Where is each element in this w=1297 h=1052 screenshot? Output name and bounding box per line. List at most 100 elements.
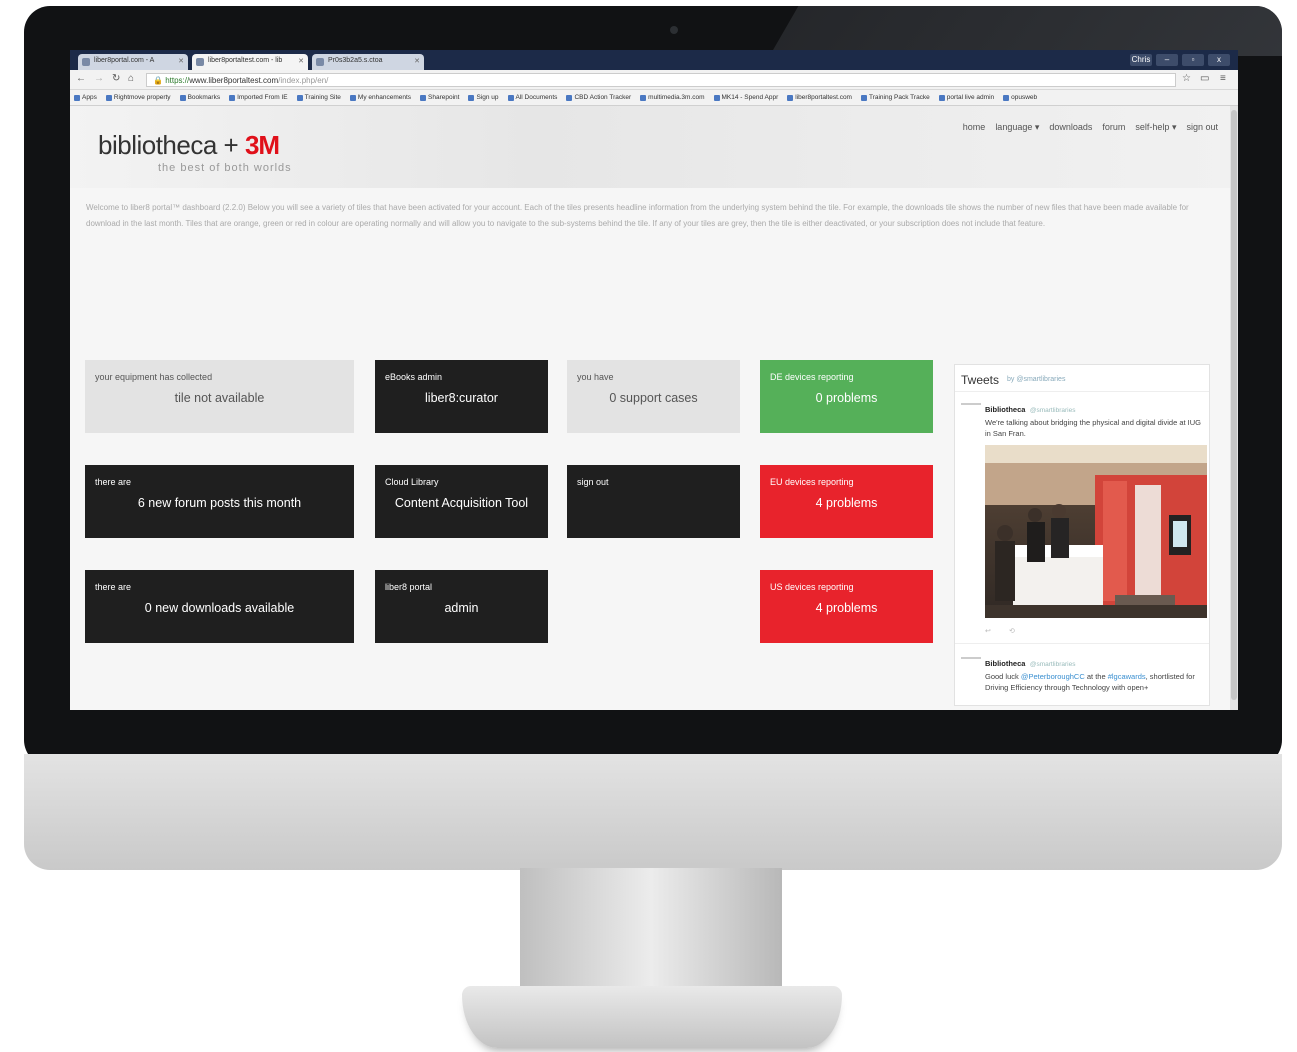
bookmark-icon bbox=[420, 94, 427, 101]
bookmark-item[interactable]: Bookmarks bbox=[179, 93, 220, 102]
address-bar[interactable]: 🔒 https://www.liber8portaltest.com/index… bbox=[146, 73, 1176, 87]
bookmark-icon bbox=[468, 94, 475, 101]
nav-sign-out[interactable]: sign out bbox=[1186, 122, 1218, 133]
tweet-author[interactable]: Bibliotheca bbox=[985, 659, 1025, 668]
scrollbar-thumb[interactable] bbox=[1231, 110, 1237, 700]
bookmark-label: Training Pack Tracke bbox=[868, 94, 930, 101]
tile-forum[interactable]: there are 6 new forum posts this month bbox=[85, 465, 354, 538]
nav-language[interactable]: language ▾ bbox=[995, 122, 1039, 133]
bookmark-item[interactable]: Training Site bbox=[296, 93, 341, 102]
tweet-photo[interactable] bbox=[985, 445, 1207, 618]
tile-ebooks[interactable]: eBooks admin liber8:curator bbox=[375, 360, 548, 433]
bookmark-item[interactable]: Training Pack Tracke bbox=[860, 93, 930, 102]
intro-text: Welcome to liber8 portal™ dashboard (2.2… bbox=[86, 203, 1189, 228]
bookmark-item[interactable]: My enhancements bbox=[349, 93, 411, 102]
bookmark-icon bbox=[860, 94, 867, 101]
bookmark-icon bbox=[105, 94, 112, 101]
bookmark-label: All Documents bbox=[515, 94, 558, 101]
close-window-button[interactable]: x bbox=[1208, 54, 1230, 66]
tile-us-devices[interactable]: US devices reporting 4 problems bbox=[760, 570, 933, 643]
bookmark-item[interactable]: liber8portaltest.com bbox=[787, 93, 852, 102]
tweet-text-part: at the bbox=[1084, 672, 1108, 681]
tile-eu-devices[interactable]: EU devices reporting 4 problems bbox=[760, 465, 933, 538]
close-icon[interactable]: ✕ bbox=[414, 57, 420, 65]
bookmark-item[interactable]: portal live admin bbox=[938, 93, 995, 102]
bookmark-label: Apps bbox=[82, 94, 97, 101]
monitor-base bbox=[462, 986, 842, 1048]
tile-label: EU devices reporting bbox=[770, 477, 854, 487]
bookmark-item[interactable]: opusweb bbox=[1003, 93, 1037, 102]
home-icon[interactable]: ⌂ bbox=[128, 73, 134, 84]
bookmark-item[interactable]: multimedia.3m.com bbox=[640, 93, 705, 102]
nav-forum[interactable]: forum bbox=[1102, 122, 1125, 133]
tile-portal-admin[interactable]: liber8 portal admin bbox=[375, 570, 548, 643]
bookmark-icon bbox=[640, 94, 647, 101]
reload-icon[interactable]: ↻ bbox=[112, 73, 120, 84]
tile-label: sign out bbox=[577, 477, 609, 487]
bookmark-item[interactable]: MK14 - Spend Appr bbox=[713, 93, 778, 102]
bookmark-item[interactable]: Imported From IE bbox=[229, 93, 288, 102]
page: bibliotheca + 3M the best of both worlds… bbox=[70, 106, 1230, 710]
reply-icon[interactable]: ↩ bbox=[985, 627, 991, 635]
tile-value: liber8:curator bbox=[425, 391, 498, 405]
tweet: Bibliotheca @smartlibraries We're talkin… bbox=[985, 399, 1207, 439]
bookmark-label: Sign up bbox=[476, 94, 499, 101]
bookmark-item[interactable]: Sign up bbox=[468, 93, 499, 102]
browser-toolbar: ← → ↻ ⌂ 🔒 https://www.liber8portaltest.c… bbox=[70, 70, 1238, 90]
tile-support[interactable]: you have 0 support cases bbox=[567, 360, 740, 433]
minimize-button[interactable]: – bbox=[1156, 54, 1178, 66]
tile-sign-out[interactable]: sign out bbox=[567, 465, 740, 538]
tile-label: eBooks admin bbox=[385, 372, 443, 382]
bookmark-item[interactable]: Rightmove property bbox=[105, 93, 171, 102]
tweet-hashtag-link[interactable]: #lgcawards bbox=[1108, 672, 1146, 681]
nav-home[interactable]: home bbox=[963, 122, 986, 133]
menu-icon[interactable]: ≡ bbox=[1220, 73, 1226, 84]
tile-label: liber8 portal bbox=[385, 582, 433, 592]
tweet-text: Good luck @PeterboroughCC at the #lgcawa… bbox=[985, 671, 1207, 693]
tile-de-devices[interactable]: DE devices reporting 0 problems bbox=[760, 360, 933, 433]
logo[interactable]: bibliotheca + 3M bbox=[98, 130, 280, 161]
browser-tab-active[interactable]: liber8portaltest.com - lib ✕ bbox=[192, 54, 308, 70]
tweet-mention-link[interactable]: @PeterboroughCC bbox=[1021, 672, 1085, 681]
main-nav: home language ▾ downloads forum self-hel… bbox=[963, 122, 1218, 133]
forward-icon[interactable]: → bbox=[94, 73, 104, 84]
tile-label: you have bbox=[577, 372, 614, 382]
bookmark-item[interactable]: Apps bbox=[74, 93, 97, 102]
nav-self-help[interactable]: self-help ▾ bbox=[1135, 122, 1176, 133]
maximize-button[interactable]: ▫ bbox=[1182, 54, 1204, 66]
close-icon[interactable]: ✕ bbox=[298, 57, 304, 65]
bookmark-label: Training Site bbox=[304, 94, 341, 101]
booth-photo-illustration bbox=[985, 445, 1207, 618]
retweet-icon[interactable]: ⟲ bbox=[1009, 627, 1015, 635]
bookmark-label: Sharepoint bbox=[428, 94, 460, 101]
bookmark-item[interactable]: CBD Action Tracker bbox=[566, 93, 631, 102]
tile-value: tile not available bbox=[174, 391, 265, 405]
tile-equipment[interactable]: your equipment has collected tile not av… bbox=[85, 360, 354, 433]
profile-button[interactable]: Chris bbox=[1130, 54, 1152, 66]
tweets-by-link[interactable]: by @smartlibraries bbox=[1007, 376, 1065, 383]
browser-tab[interactable]: liber8portal.com - A ✕ bbox=[78, 54, 188, 70]
tab-favicon-icon bbox=[196, 58, 204, 66]
tweet-handle[interactable]: @smartlibraries bbox=[1030, 661, 1076, 668]
bookmark-item[interactable]: Sharepoint bbox=[420, 93, 459, 102]
bookmark-icon bbox=[566, 94, 573, 101]
browser-tab[interactable]: Pr0s3b2a5.s.ctoa ✕ bbox=[312, 54, 424, 70]
bookmark-label: portal live admin bbox=[946, 94, 995, 101]
camera-icon bbox=[670, 26, 678, 34]
bookmark-item[interactable]: All Documents bbox=[507, 93, 558, 102]
tile-downloads[interactable]: there are 0 new downloads available bbox=[85, 570, 354, 643]
browser-tab-bar: liber8portal.com - A ✕ liber8portaltest.… bbox=[70, 50, 1238, 70]
bookmark-icon bbox=[507, 94, 514, 101]
nav-downloads[interactable]: downloads bbox=[1049, 122, 1092, 133]
tweet-author[interactable]: Bibliotheca bbox=[985, 405, 1025, 414]
tweet-handle[interactable]: @smartlibraries bbox=[1030, 407, 1076, 414]
cast-icon[interactable]: ▭ bbox=[1200, 73, 1209, 84]
close-icon[interactable]: ✕ bbox=[178, 57, 184, 65]
bookmark-icon bbox=[229, 94, 236, 101]
back-icon[interactable]: ← bbox=[76, 73, 86, 84]
bookmark-icon bbox=[349, 94, 356, 101]
tile-cloud-library[interactable]: Cloud Library Content Acquisition Tool bbox=[375, 465, 548, 538]
tweet-text-part: Good luck bbox=[985, 672, 1021, 681]
window-controls: Chris – ▫ x bbox=[1130, 54, 1230, 66]
star-icon[interactable]: ☆ bbox=[1182, 73, 1191, 84]
